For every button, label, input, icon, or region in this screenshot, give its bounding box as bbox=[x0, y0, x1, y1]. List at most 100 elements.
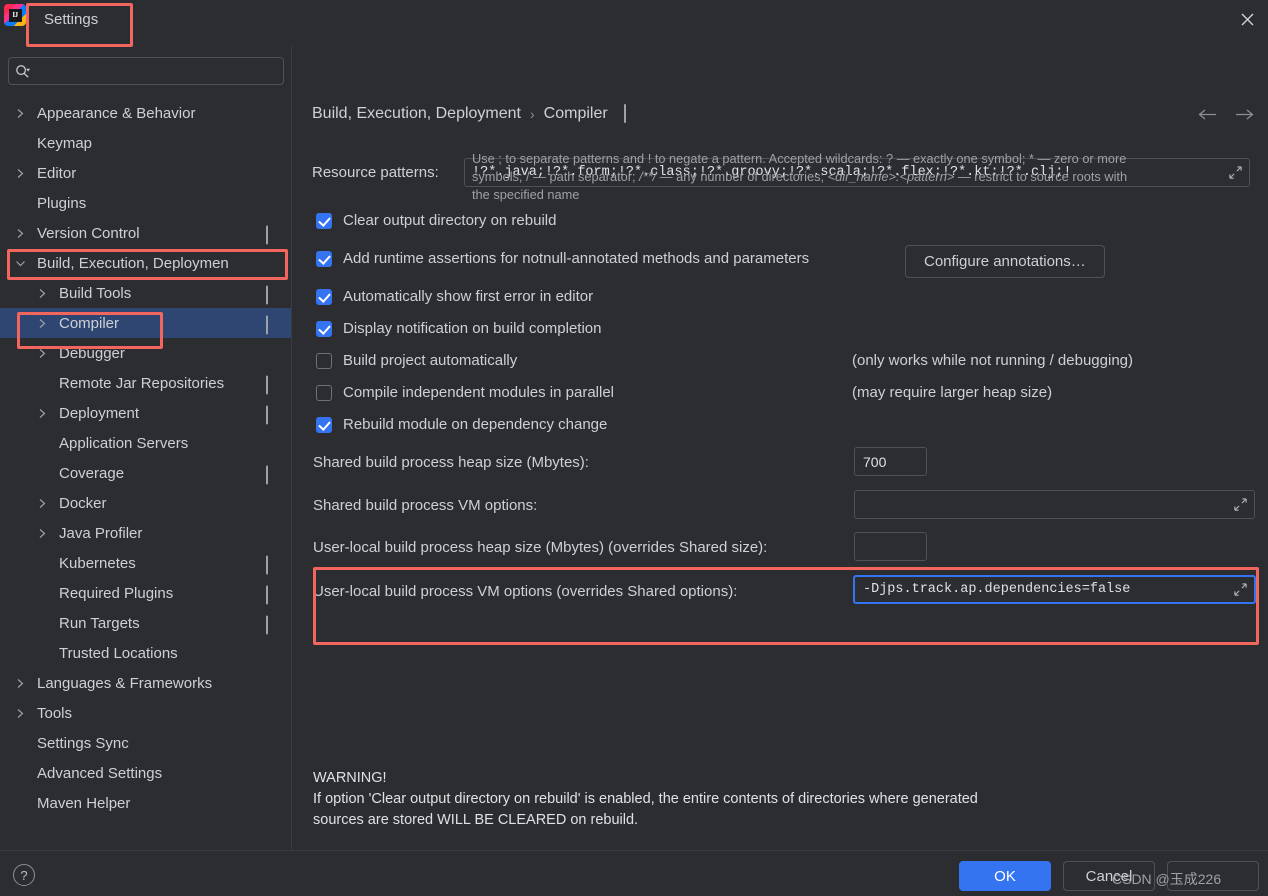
sidebar-item-docker[interactable]: Docker bbox=[0, 488, 291, 518]
sidebar-item-languages-frameworks[interactable]: Languages & Frameworks bbox=[0, 668, 291, 698]
chevron-right-icon[interactable] bbox=[34, 405, 50, 421]
sidebar-item-keymap[interactable]: Keymap bbox=[0, 128, 291, 158]
chevron-down-icon[interactable] bbox=[12, 255, 28, 271]
arrow-right-icon[interactable] bbox=[1235, 108, 1254, 126]
sidebar-item-label: Languages & Frameworks bbox=[37, 674, 213, 692]
warning-line-1: If option 'Clear output directory on reb… bbox=[313, 791, 978, 807]
sidebar-item-trusted-locations[interactable]: Trusted Locations bbox=[0, 638, 291, 668]
ok-button[interactable]: OK bbox=[959, 861, 1051, 891]
checkbox-compile-independent-modules-in-parallel[interactable] bbox=[316, 384, 332, 401]
project-scope-icon[interactable] bbox=[266, 225, 280, 245]
sidebar-item-version-control[interactable]: Version Control bbox=[0, 218, 291, 248]
project-scope-icon[interactable] bbox=[266, 615, 280, 635]
cancel-button[interactable]: Cancel bbox=[1063, 861, 1155, 891]
shared-vm-input[interactable] bbox=[854, 490, 1255, 519]
checkbox-note-compile-independent-modules-in-parallel: (may require larger heap size) bbox=[852, 384, 1053, 401]
help-line-2e: — restrict to source roots with bbox=[954, 169, 1128, 184]
shared-heap-input[interactable]: 700 bbox=[854, 447, 927, 476]
breadcrumb-current: Compiler bbox=[543, 105, 608, 122]
expand-diagonal-icon[interactable] bbox=[1233, 582, 1249, 598]
checkbox-row-build-project-automatically[interactable]: Build project automatically bbox=[316, 352, 517, 369]
resource-patterns-help: Use ; to separate patterns and ! to nega… bbox=[472, 150, 1247, 204]
chevron-right-icon[interactable] bbox=[34, 345, 50, 361]
project-scope-icon[interactable] bbox=[266, 315, 280, 335]
sidebar-item-label: Keymap bbox=[37, 134, 93, 152]
sidebar-item-coverage[interactable]: Coverage bbox=[0, 458, 291, 488]
project-scope-icon[interactable] bbox=[266, 285, 280, 305]
sidebar-item-tools[interactable]: Tools bbox=[0, 698, 291, 728]
sidebar-item-plugins[interactable]: Plugins bbox=[0, 188, 291, 218]
sidebar-item-label: Version Control bbox=[37, 224, 140, 242]
project-scope-icon[interactable] bbox=[266, 465, 280, 485]
checkbox-row-rebuild-module-on-dependency-change[interactable]: Rebuild module on dependency change bbox=[316, 416, 607, 433]
breadcrumb: Build, Execution, Deployment › Compiler bbox=[312, 104, 626, 123]
sidebar-item-advanced-settings[interactable]: Advanced Settings bbox=[0, 758, 291, 788]
configure-annotations-button[interactable]: Configure annotations… bbox=[905, 245, 1105, 278]
sidebar-item-build-tools[interactable]: Build Tools bbox=[0, 278, 291, 308]
chevron-right-icon[interactable] bbox=[34, 495, 50, 511]
chevron-right-icon[interactable] bbox=[12, 675, 28, 691]
apply-button[interactable] bbox=[1167, 861, 1259, 891]
checkbox-row-automatically-show-first-error-in-editor[interactable]: Automatically show first error in editor bbox=[316, 288, 593, 305]
window-title: Settings bbox=[44, 11, 99, 28]
checkbox-automatically-show-first-error-in-editor[interactable] bbox=[316, 288, 332, 305]
project-scope-icon[interactable] bbox=[266, 585, 280, 605]
sidebar-item-maven-helper[interactable]: Maven Helper bbox=[0, 788, 291, 818]
userlocal-heap-input[interactable] bbox=[854, 532, 927, 561]
checkbox-build-project-automatically[interactable] bbox=[316, 352, 332, 369]
chevron-right-icon[interactable] bbox=[12, 225, 28, 241]
sidebar-item-label: Docker bbox=[59, 494, 107, 512]
sidebar-item-kubernetes[interactable]: Kubernetes bbox=[0, 548, 291, 578]
expand-diagonal-icon[interactable] bbox=[1233, 497, 1249, 513]
help-line-2b: /**/ bbox=[639, 169, 657, 184]
sidebar-item-settings-sync[interactable]: Settings Sync bbox=[0, 728, 291, 758]
shared-heap-value: 700 bbox=[863, 453, 887, 470]
checkbox-clear-output-directory-on-rebuild[interactable] bbox=[316, 212, 332, 229]
question-mark-icon[interactable]: ? bbox=[13, 864, 35, 886]
project-scope-icon[interactable] bbox=[266, 375, 280, 395]
arrow-left-icon[interactable] bbox=[1198, 108, 1217, 126]
checkbox-add-runtime-assertions-for-notnull-annotated-methods-and-parameters[interactable] bbox=[316, 250, 332, 267]
userlocal-vm-input[interactable]: -Djps.track.ap.dependencies=false bbox=[853, 575, 1256, 604]
checkbox-row-compile-independent-modules-in-parallel[interactable]: Compile independent modules in parallel bbox=[316, 384, 614, 401]
sidebar-item-build-execution-deploymen[interactable]: Build, Execution, Deploymen bbox=[0, 248, 291, 278]
sidebar-item-label: Deployment bbox=[59, 404, 140, 422]
help-line-2d: <dir_name>:<pattern> bbox=[827, 169, 955, 184]
sidebar-item-editor[interactable]: Editor bbox=[0, 158, 291, 188]
chevron-right-icon[interactable] bbox=[34, 285, 50, 301]
chevron-right-icon[interactable] bbox=[12, 105, 28, 121]
search-input[interactable] bbox=[30, 62, 277, 80]
help-line-2: symbols; / — path separator; /**/ — any … bbox=[472, 168, 1247, 186]
sidebar-item-appearance-behavior[interactable]: Appearance & Behavior bbox=[0, 98, 291, 128]
checkbox-row-clear-output-directory-on-rebuild[interactable]: Clear output directory on rebuild bbox=[316, 212, 556, 229]
sidebar-item-compiler[interactable]: Compiler bbox=[0, 308, 291, 338]
sidebar-item-required-plugins[interactable]: Required Plugins bbox=[0, 578, 291, 608]
project-scope-icon[interactable] bbox=[266, 555, 280, 575]
checkbox-row-add-runtime-assertions-for-notnull-annotated-methods-and-parameters[interactable]: Add runtime assertions for notnull-annot… bbox=[316, 250, 809, 267]
userlocal-vm-value: -Djps.track.ap.dependencies=false bbox=[863, 582, 1131, 597]
sidebar-item-deployment[interactable]: Deployment bbox=[0, 398, 291, 428]
chevron-right-icon[interactable] bbox=[12, 705, 28, 721]
sidebar-item-debugger[interactable]: Debugger bbox=[0, 338, 291, 368]
sidebar-item-java-profiler[interactable]: Java Profiler bbox=[0, 518, 291, 548]
search-box[interactable] bbox=[8, 57, 284, 85]
sidebar-item-application-servers[interactable]: Application Servers bbox=[0, 428, 291, 458]
close-icon[interactable] bbox=[1232, 4, 1262, 34]
chevron-right-icon[interactable] bbox=[12, 165, 28, 181]
sidebar-item-label: Java Profiler bbox=[59, 524, 143, 542]
help-line-3: the specified name bbox=[472, 187, 580, 202]
sidebar-item-label: Debugger bbox=[59, 344, 125, 362]
checkbox-display-notification-on-build-completion[interactable] bbox=[316, 320, 332, 337]
navigation-arrows bbox=[1198, 108, 1254, 126]
chevron-right-icon[interactable] bbox=[34, 315, 50, 331]
checkbox-rebuild-module-on-dependency-change[interactable] bbox=[316, 416, 332, 433]
checkbox-row-display-notification-on-build-completion[interactable]: Display notification on build completion bbox=[316, 320, 601, 337]
chevron-right-icon[interactable] bbox=[34, 525, 50, 541]
sidebar-item-run-targets[interactable]: Run Targets bbox=[0, 608, 291, 638]
project-scope-icon[interactable] bbox=[623, 104, 626, 123]
sidebar-item-label: Trusted Locations bbox=[59, 644, 178, 662]
breadcrumb-parent[interactable]: Build, Execution, Deployment bbox=[312, 105, 521, 123]
sidebar-item-remote-jar-repositories[interactable]: Remote Jar Repositories bbox=[0, 368, 291, 398]
project-scope-icon[interactable] bbox=[266, 405, 280, 425]
